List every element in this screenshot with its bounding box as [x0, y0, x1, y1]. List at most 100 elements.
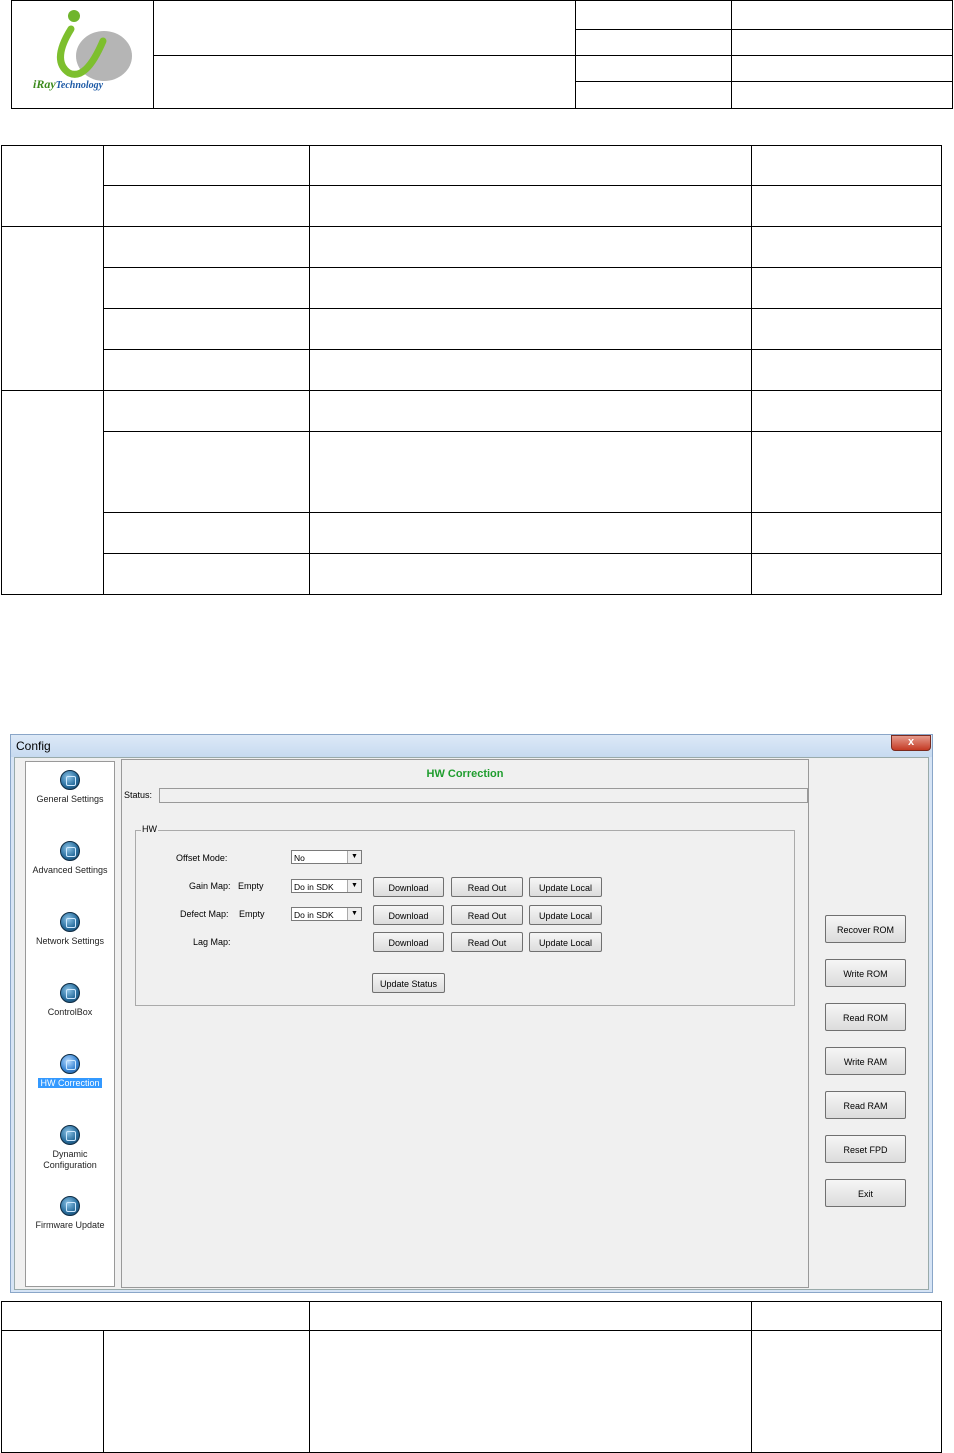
nav-label: Dynamic Configuration: [43, 1149, 97, 1170]
header-cell: [153, 55, 576, 109]
table-cell: [1, 226, 104, 391]
chevron-down-icon: ▼: [347, 851, 361, 863]
header-cell: [575, 0, 732, 30]
network-settings-icon: [60, 912, 80, 932]
firmware-update-icon: [60, 1196, 80, 1216]
table-cell: [103, 553, 310, 595]
nav-label: Network Settings: [35, 936, 105, 946]
lag-read-out-button[interactable]: Read Out: [451, 932, 523, 952]
offset-mode-select[interactable]: No ▼: [291, 850, 362, 864]
gain-map-select[interactable]: Do in SDK ▼: [291, 879, 362, 893]
table-cell: [751, 390, 942, 432]
read-ram-button[interactable]: Read RAM: [825, 1091, 906, 1119]
write-rom-button[interactable]: Write ROM: [825, 959, 906, 987]
lag-download-button[interactable]: Download: [373, 932, 444, 952]
nav-label: ControlBox: [47, 1007, 93, 1017]
nav-item-general-settings[interactable]: General Settings: [26, 770, 114, 804]
nav-item-controlbox[interactable]: ControlBox: [26, 983, 114, 1017]
nav-item-advanced-settings[interactable]: Advanced Settings: [26, 841, 114, 875]
gain-map-state: Empty: [238, 881, 264, 891]
table-cell: [751, 431, 942, 513]
read-rom-button[interactable]: Read ROM: [825, 1003, 906, 1031]
table-cell: [103, 185, 310, 227]
table-cell: [103, 390, 310, 432]
group-label: HW: [141, 824, 158, 834]
info-table: [1, 145, 942, 595]
table-cell: [103, 226, 310, 268]
table-cell: [751, 512, 942, 554]
offset-mode-value: No: [294, 853, 305, 863]
nav-label-selected: HW Correction: [38, 1078, 102, 1088]
title-bar[interactable]: Config x: [11, 735, 932, 757]
general-settings-icon: [60, 770, 80, 790]
hw-group: HW Offset Mode: No ▼ Gain Map: Empty Do …: [135, 824, 795, 1006]
defect-download-button[interactable]: Download: [373, 905, 444, 925]
table-cell: [309, 145, 752, 186]
table-cell: [1, 1330, 104, 1453]
nav-item-firmware-update[interactable]: Firmware Update: [26, 1196, 114, 1230]
defect-map-state: Empty: [239, 909, 265, 919]
table-cell: [309, 431, 752, 513]
chevron-down-icon: ▼: [347, 880, 361, 892]
nav-item-dynamic-configuration[interactable]: Dynamic Configuration: [26, 1125, 114, 1171]
lag-update-local-button[interactable]: Update Local: [529, 932, 602, 952]
table-cell: [103, 145, 310, 186]
table-cell: [751, 145, 942, 186]
table-cell: [309, 390, 752, 432]
defect-map-label: Defect Map:: [180, 909, 229, 919]
table-cell: [751, 308, 942, 350]
window-client: General Settings Advanced Settings Netwo…: [14, 757, 929, 1290]
table-cell: [1, 145, 104, 227]
table-cell: [103, 431, 310, 513]
gain-map-value: Do in SDK: [294, 882, 334, 892]
table-cell: [309, 1301, 752, 1331]
gain-download-button[interactable]: Download: [373, 877, 444, 897]
defect-map-value: Do in SDK: [294, 910, 334, 920]
defect-update-local-button[interactable]: Update Local: [529, 905, 602, 925]
table-cell: [751, 553, 942, 595]
table-cell: [751, 1301, 942, 1331]
chevron-down-icon: ▼: [347, 908, 361, 920]
nav-label: Advanced Settings: [32, 865, 108, 875]
main-panel: HW Correction Status: HW Offset Mode: No…: [121, 759, 809, 1288]
gain-read-out-button[interactable]: Read Out: [451, 877, 523, 897]
update-status-button[interactable]: Update Status: [372, 973, 445, 993]
logo-graphic: [57, 10, 132, 81]
nav-item-hw-correction[interactable]: HW Correction: [26, 1054, 114, 1088]
recover-rom-button[interactable]: Recover ROM: [825, 915, 906, 943]
header-cell: [575, 55, 732, 82]
table-cell: [751, 267, 942, 309]
table-cell: [309, 553, 752, 595]
close-button[interactable]: x: [891, 735, 931, 751]
status-field: [159, 788, 808, 803]
panel-title: HW Correction: [426, 768, 504, 780]
reset-fpd-button[interactable]: Reset FPD: [825, 1135, 906, 1163]
header-cell: [731, 55, 953, 82]
table-cell: [309, 226, 752, 268]
logo-brand: Ray: [36, 77, 56, 91]
dynamic-configuration-icon: [60, 1125, 80, 1145]
defect-read-out-button[interactable]: Read Out: [451, 905, 523, 925]
gain-update-local-button[interactable]: Update Local: [529, 877, 602, 897]
bottom-table: [1, 1301, 942, 1453]
exit-button[interactable]: Exit: [825, 1179, 906, 1207]
defect-map-select[interactable]: Do in SDK ▼: [291, 907, 362, 921]
nav-sidebar: General Settings Advanced Settings Netwo…: [25, 761, 115, 1287]
table-cell: [309, 185, 752, 227]
nav-label: General Settings: [36, 794, 104, 804]
config-window: Config x General Settings Advanced Setti…: [10, 734, 933, 1293]
table-cell: [1, 390, 104, 595]
header-cell: [153, 0, 576, 56]
gain-map-label: Gain Map:: [189, 881, 231, 891]
advanced-settings-icon: [60, 841, 80, 861]
table-cell: [103, 512, 310, 554]
header-cell: [731, 0, 953, 30]
table-cell: [1, 1301, 310, 1331]
header-cell: [575, 29, 732, 56]
status-label: Status:: [124, 790, 153, 800]
logo-word: Technology: [55, 80, 104, 91]
window-title: Config: [16, 739, 51, 753]
nav-item-network-settings[interactable]: Network Settings: [26, 912, 114, 946]
table-cell: [309, 308, 752, 350]
write-ram-button[interactable]: Write RAM: [825, 1047, 906, 1075]
